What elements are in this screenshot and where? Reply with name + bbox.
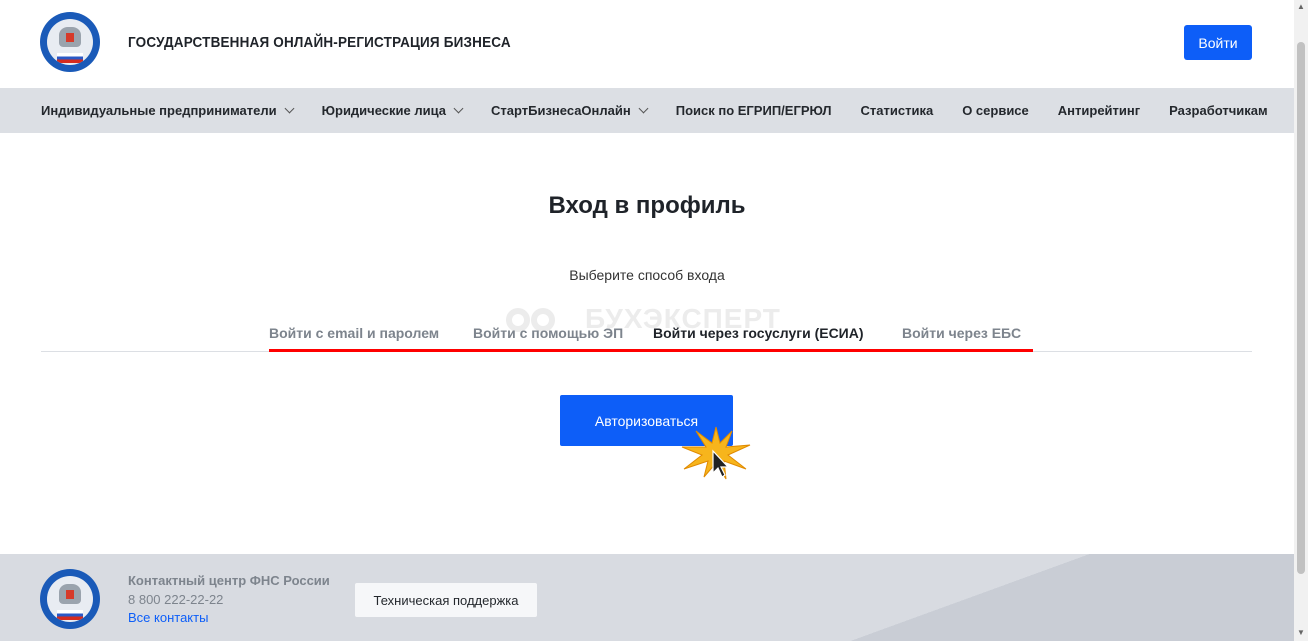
highlight-underline [269,349,1033,352]
nav-label: Разработчикам [1169,103,1268,118]
page-title: Вход в профиль [548,192,746,219]
nav-label: Поиск по ЕГРИП/ЕГРЮЛ [675,103,832,118]
scrollbar[interactable]: ▲ ▼ [1294,0,1308,641]
site-title: ГОСУДАРСТВЕННАЯ ОНЛАЙН-РЕГИСТРАЦИЯ БИЗНЕ… [128,34,511,51]
tech-support-button[interactable]: Техническая поддержка [355,583,537,617]
login-method-tabs: Войти с email и паролем Войти с помощью … [41,318,1252,352]
tab-ep[interactable]: Войти с помощью ЭП [473,325,623,341]
cursor-click-icon [681,426,751,480]
nav-item-developers[interactable]: Разработчикам [1169,103,1267,118]
nav-label: Антирейтинг [1057,103,1141,118]
header: ГОСУДАРСТВЕННАЯ ОНЛАЙН-РЕГИСТРАЦИЯ БИЗНЕ… [0,0,1294,88]
all-contacts-link[interactable]: Все контакты [128,610,208,625]
contact-phone: 8 800 222-22-22 [128,592,224,607]
nav-label: О сервисе [962,103,1029,118]
scrollbar-thumb[interactable] [1297,42,1305,574]
footer-fns-logo [40,569,100,629]
nav-item-startbiz[interactable]: СтартБизнесаОнлайн [490,103,649,118]
tab-ebs[interactable]: Войти через ЕБС [902,325,1021,341]
nav-item-search[interactable]: Поиск по ЕГРИП/ЕГРЮЛ [676,103,832,118]
tab-gosuslugi[interactable]: Войти через госуслуги (ЕСИА) [653,325,864,341]
tab-email[interactable]: Войти с email и паролем [269,325,439,341]
scroll-down-icon[interactable]: ▼ [1297,628,1305,637]
nav-label: СтартБизнесаОнлайн [490,103,631,118]
nav-item-stats[interactable]: Статистика [861,103,934,118]
nav-label: Индивидуальные предприниматели [41,103,277,118]
fns-logo[interactable] [40,12,100,72]
nav-label: Статистика [860,103,934,118]
nav-item-antirating[interactable]: Антирейтинг [1058,103,1140,118]
nav-label: Юридические лица [321,103,446,118]
nav-item-ip[interactable]: Индивидуальные предприниматели [41,103,295,118]
scroll-up-icon[interactable]: ▲ [1297,2,1305,11]
footer: Контактный центр ФНС России 8 800 222-22… [0,554,1294,641]
page-subtitle: Выберите способ входа [569,267,725,283]
chevron-down-icon [453,103,464,114]
chevron-down-icon [284,103,295,114]
login-button[interactable]: Войти [1184,25,1252,60]
nav-item-about[interactable]: О сервисе [962,103,1029,118]
chevron-down-icon [638,103,649,114]
contact-center-title: Контактный центр ФНС России [128,573,330,588]
nav-item-legal[interactable]: Юридические лица [321,103,464,118]
main-nav: Индивидуальные предприниматели Юридическ… [0,88,1294,133]
